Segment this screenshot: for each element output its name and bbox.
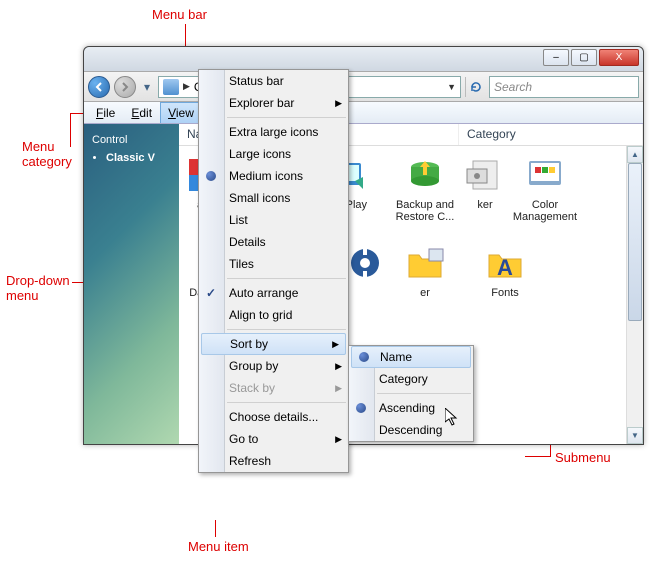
menu-item-group-by[interactable]: Group by▶	[199, 355, 348, 377]
submenu-item-descending[interactable]: Descending	[349, 419, 473, 441]
menu-file[interactable]: File	[88, 102, 123, 123]
menu-item-align-to-grid[interactable]: Align to grid	[199, 304, 348, 326]
backup-icon	[404, 154, 446, 196]
menu-item-stack-by: Stack by▶	[199, 377, 348, 399]
menu-item-go-to[interactable]: Go to▶	[199, 428, 348, 450]
scroll-thumb[interactable]	[628, 163, 642, 321]
color-mgmt-icon	[524, 154, 566, 196]
submenu-item-ascending[interactable]: Ascending	[349, 397, 473, 419]
refresh-button[interactable]	[465, 77, 485, 97]
address-bar: ▾ ▶ Control Panel ▶ ▼ Search	[84, 72, 643, 102]
menu-item-small-icons[interactable]: Small icons	[199, 187, 348, 209]
submenu-item-name[interactable]: Name	[351, 346, 471, 368]
fonts-icon: A	[484, 242, 526, 284]
menu-item-large-icons[interactable]: Large icons	[199, 143, 348, 165]
callout-submenu: Submenu	[555, 450, 611, 465]
explorer-window: – ▢ X ▾ ▶ Control Panel ▶ ▼ Search	[83, 46, 644, 445]
address-dropdown-icon[interactable]: ▼	[447, 82, 456, 92]
menu-item-sort-by[interactable]: Sort by▶	[201, 333, 346, 355]
nav-history-dropdown[interactable]: ▾	[140, 78, 154, 96]
scroll-up-button[interactable]: ▲	[627, 146, 643, 163]
menu-item-refresh[interactable]: Refresh	[199, 450, 348, 472]
menu-item-extra-large-icons[interactable]: Extra large icons	[199, 121, 348, 143]
maximize-button[interactable]: ▢	[571, 49, 597, 66]
breadcrumb-arrow-icon[interactable]: ▶	[183, 81, 190, 92]
svg-text:A: A	[497, 255, 513, 280]
view-dropdown-menu: Status bar Explorer bar▶ Extra large ico…	[198, 69, 349, 473]
scroll-down-button[interactable]: ▼	[627, 427, 643, 444]
list-item[interactable]: Color Management	[507, 154, 583, 240]
list-item[interactable]: AFonts	[467, 242, 543, 328]
callout-menu-category: Menu category	[22, 139, 72, 169]
menu-item-medium-icons[interactable]: Medium icons	[199, 165, 348, 187]
radio-bullet-icon	[356, 403, 366, 413]
menu-item-tiles[interactable]: Tiles	[199, 253, 348, 275]
sidebar-heading: Control	[92, 134, 171, 146]
radio-bullet-icon	[206, 171, 216, 181]
radio-bullet-icon	[359, 352, 369, 362]
list-item[interactable]: er	[387, 242, 463, 328]
menu-item-auto-arrange[interactable]: ✓Auto arrange	[199, 282, 348, 304]
close-button[interactable]: X	[599, 49, 639, 66]
sort-by-submenu: Name Category Ascending Descending	[348, 345, 474, 442]
app-icon	[344, 242, 386, 284]
sidebar: Control Classic V	[84, 124, 179, 444]
list-item[interactable]: Backup and Restore C...	[387, 154, 463, 240]
menu-edit[interactable]: Edit	[123, 102, 160, 123]
menu-view[interactable]: View	[160, 102, 202, 123]
list-item[interactable]	[347, 242, 383, 328]
back-button[interactable]	[88, 76, 110, 98]
sidebar-item-classic-view[interactable]: Classic V	[106, 152, 171, 164]
titlebar[interactable]: – ▢ X	[84, 47, 643, 72]
check-icon: ✓	[206, 286, 216, 300]
callout-line	[215, 520, 216, 537]
menu-item-details[interactable]: Details	[199, 231, 348, 253]
search-input[interactable]: Search	[489, 76, 639, 98]
app-icon	[464, 154, 506, 196]
menu-item-list[interactable]: List	[199, 209, 348, 231]
callout-dropdown: Drop-down menu	[6, 273, 76, 303]
folder-icon	[404, 242, 446, 284]
control-panel-icon	[163, 79, 179, 95]
menu-item-explorer-bar[interactable]: Explorer bar▶	[199, 92, 348, 114]
vertical-scrollbar[interactable]: ▲ ▼	[626, 146, 643, 444]
list-item[interactable]: ker	[467, 154, 503, 240]
menu-item-choose-details[interactable]: Choose details...	[199, 406, 348, 428]
menu-item-status-bar[interactable]: Status bar	[199, 70, 348, 92]
submenu-item-category[interactable]: Category	[349, 368, 473, 390]
menu-bar: File Edit View Tools Help	[84, 102, 643, 124]
callout-menubar: Menu bar	[152, 7, 207, 22]
callout-menu-item: Menu item	[188, 539, 249, 554]
minimize-button[interactable]: –	[543, 49, 569, 66]
column-category[interactable]: Category	[459, 124, 643, 145]
forward-button[interactable]	[114, 76, 136, 98]
search-placeholder: Search	[494, 80, 532, 94]
